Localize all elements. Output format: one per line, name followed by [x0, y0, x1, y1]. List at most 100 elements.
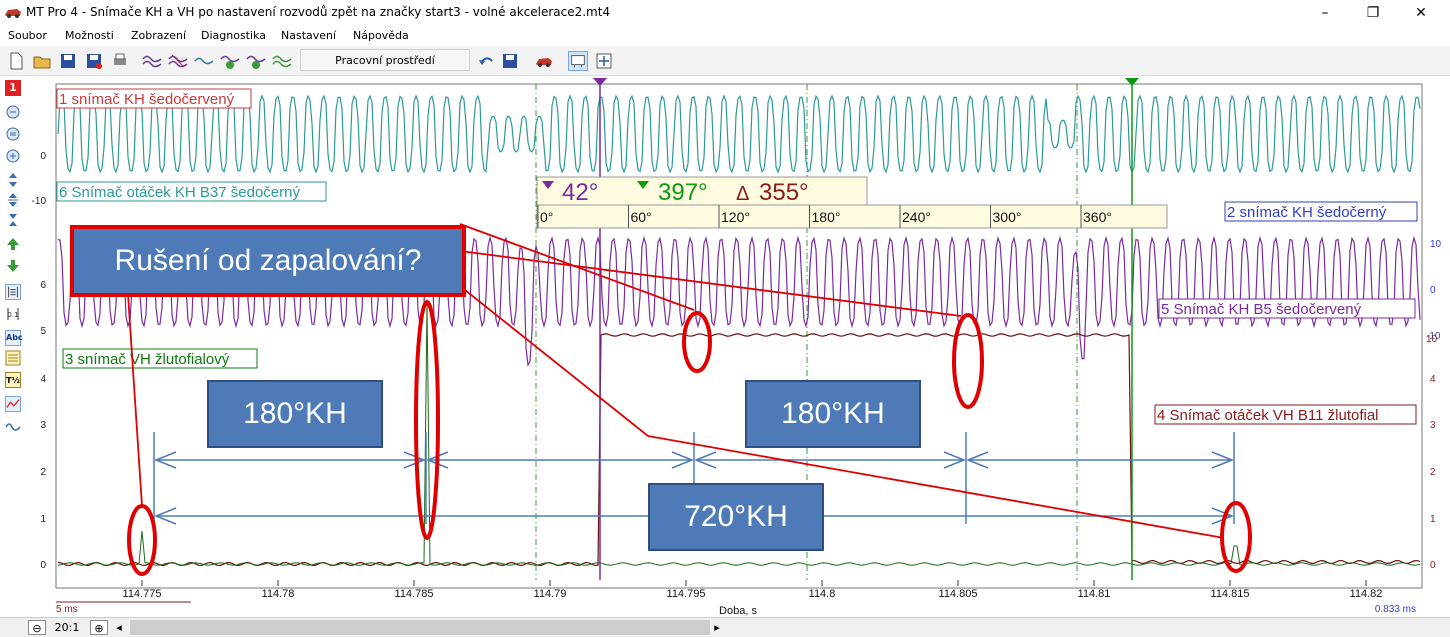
- list-tool-icon[interactable]: [5, 350, 21, 366]
- save-icon[interactable]: [58, 51, 78, 71]
- compress-vertical-icon[interactable]: [5, 212, 21, 228]
- left-axis-m10: -10: [32, 196, 47, 207]
- signal-icon-1[interactable]: [142, 51, 162, 71]
- ruler-icon[interactable]: [5, 284, 21, 300]
- right-axis-top-10: 10: [1426, 334, 1438, 345]
- x-axis-tick-label: 114.775: [123, 588, 162, 600]
- arrow-up-icon[interactable]: [5, 236, 21, 252]
- angle-tick-label: 180°: [812, 209, 841, 225]
- angle-tick-label: 60°: [631, 209, 652, 225]
- zoom-in-button[interactable]: ⊕: [90, 620, 108, 635]
- angle-tick-label: 240°: [902, 209, 931, 225]
- signal-icon-4[interactable]: [220, 51, 240, 71]
- x-axis-tick-label: 114.795: [667, 588, 706, 600]
- zoom-out-icon[interactable]: [5, 148, 21, 164]
- fit-view-icon[interactable]: [594, 51, 614, 71]
- left-axis-4: 4: [40, 374, 46, 385]
- save-view-icon[interactable]: [500, 51, 520, 71]
- scale-icon[interactable]: 0.1: [5, 306, 21, 322]
- save-as-icon[interactable]: [84, 51, 104, 71]
- signal-icon-5[interactable]: [246, 51, 266, 71]
- interference-text: Rušení od zapalování?: [114, 244, 422, 277]
- menu-moznosti[interactable]: Možnosti: [65, 29, 114, 42]
- workspace-label: Pracovní prostředí: [335, 54, 435, 67]
- signal-icon-6[interactable]: [272, 51, 292, 71]
- right-axis-4: 4: [1430, 374, 1436, 385]
- left-axis-0: 0: [40, 151, 46, 162]
- arrow-down-icon[interactable]: [5, 258, 21, 274]
- angle-tick-label: 360°: [1083, 209, 1112, 225]
- half-left-text: 180°KH: [243, 397, 347, 430]
- channel-2-label: 2 snímač KH šedočerný: [1227, 204, 1387, 221]
- channel-1-label: 1 snímač KH šedočervený: [59, 91, 235, 108]
- menu-bar: Soubor Možnosti Zobrazení Diagnostika Na…: [0, 26, 1450, 46]
- x-axis-tick-label: 114.805: [939, 588, 978, 600]
- left-axis-3: 3: [40, 420, 46, 431]
- zoom-out-button[interactable]: ⊖: [28, 620, 46, 635]
- signal-icon-2[interactable]: [168, 51, 188, 71]
- x-axis-tick-label: 114.815: [1211, 588, 1250, 600]
- right-axis-10: 10: [1430, 239, 1442, 250]
- half-tool[interactable]: T½: [5, 372, 21, 388]
- x-axis-tick-label: 114.81: [1078, 588, 1111, 600]
- app-logo-icon: [5, 9, 21, 18]
- left-axis-6: 6: [40, 280, 46, 291]
- zoom-in-icon[interactable]: [5, 104, 21, 120]
- delta-symbol: Δ: [736, 183, 749, 205]
- interference-callout: Rušení od zapalování?: [70, 225, 466, 297]
- scroll-right-icon[interactable]: ▸: [710, 620, 724, 635]
- close-button[interactable]: ✕: [1398, 0, 1444, 26]
- scroll-left-icon[interactable]: ◂: [112, 620, 126, 635]
- maximize-button[interactable]: ❐: [1350, 0, 1396, 26]
- x-axis-tick-label: 114.79: [534, 588, 567, 600]
- menu-napoveda[interactable]: Nápověda: [353, 29, 409, 42]
- x-axis-label: Doba, s: [719, 605, 757, 616]
- horizontal-scrollbar-thumb[interactable]: [130, 620, 710, 635]
- zoom-reset-icon[interactable]: [5, 126, 21, 142]
- text-label-tool[interactable]: Abc: [5, 330, 23, 346]
- half-right-callout: 180°KH: [745, 380, 921, 448]
- cursor-measure-icon[interactable]: [568, 51, 588, 71]
- scale-left: 5 ms: [56, 604, 78, 615]
- channel-5-label: 5 Snímač KH B5 šedočervený: [1161, 301, 1362, 318]
- scale-right: 0.833 ms: [1375, 604, 1416, 615]
- channel-badge[interactable]: 1: [5, 80, 21, 96]
- undo-icon[interactable]: [476, 51, 496, 71]
- left-axis-0b: 0: [40, 560, 46, 571]
- open-folder-icon[interactable]: [32, 51, 52, 71]
- half-right-text: 180°KH: [781, 397, 885, 430]
- left-axis-2: 2: [40, 467, 46, 478]
- toolbar: [0, 46, 1450, 76]
- workspace-dropdown[interactable]: Pracovní prostředí: [300, 49, 470, 71]
- angle-tick-label: 300°: [993, 209, 1022, 225]
- menu-soubor[interactable]: Soubor: [8, 29, 47, 42]
- menu-diagnostika[interactable]: Diagnostika: [201, 29, 266, 42]
- channel-6-label: 6 Snímač otáček KH B37 šedočerný: [59, 184, 300, 201]
- cursor-2-value: 397°: [658, 179, 708, 206]
- left-axis-5: 5: [40, 326, 46, 337]
- wave-view-icon[interactable]: [5, 418, 21, 434]
- chart-view-icon[interactable]: [5, 396, 21, 412]
- angle-tick-label: 120°: [721, 209, 750, 225]
- menu-nastaveni[interactable]: Nastavení: [281, 29, 336, 42]
- left-axis-1: 1: [40, 514, 46, 525]
- minimize-button[interactable]: –: [1302, 0, 1348, 26]
- signal-icon-3[interactable]: [194, 51, 214, 71]
- channel-3-label: 3 snímač VH žlutofialový: [65, 351, 230, 368]
- menu-zobrazeni[interactable]: Zobrazení: [131, 29, 186, 42]
- delta-value: 355°: [759, 179, 809, 206]
- new-file-icon[interactable]: [6, 51, 26, 71]
- angle-tick-label: 0°: [540, 209, 553, 225]
- print-icon[interactable]: [110, 51, 130, 71]
- svg-text:0.1: 0.1: [7, 311, 18, 319]
- x-axis-tick-label: 114.78: [262, 588, 295, 600]
- full-cycle-text: 720°KH: [684, 500, 788, 533]
- right-axis-0: 0: [1430, 560, 1436, 571]
- car-icon[interactable]: [534, 51, 554, 71]
- right-axis-0: 0: [1430, 285, 1436, 296]
- right-axis-3: 3: [1430, 420, 1436, 431]
- center-vertical-icon[interactable]: [5, 192, 21, 208]
- right-axis-2: 2: [1430, 467, 1436, 478]
- right-axis-1: 1: [1430, 514, 1436, 525]
- expand-vertical-icon[interactable]: [5, 172, 21, 188]
